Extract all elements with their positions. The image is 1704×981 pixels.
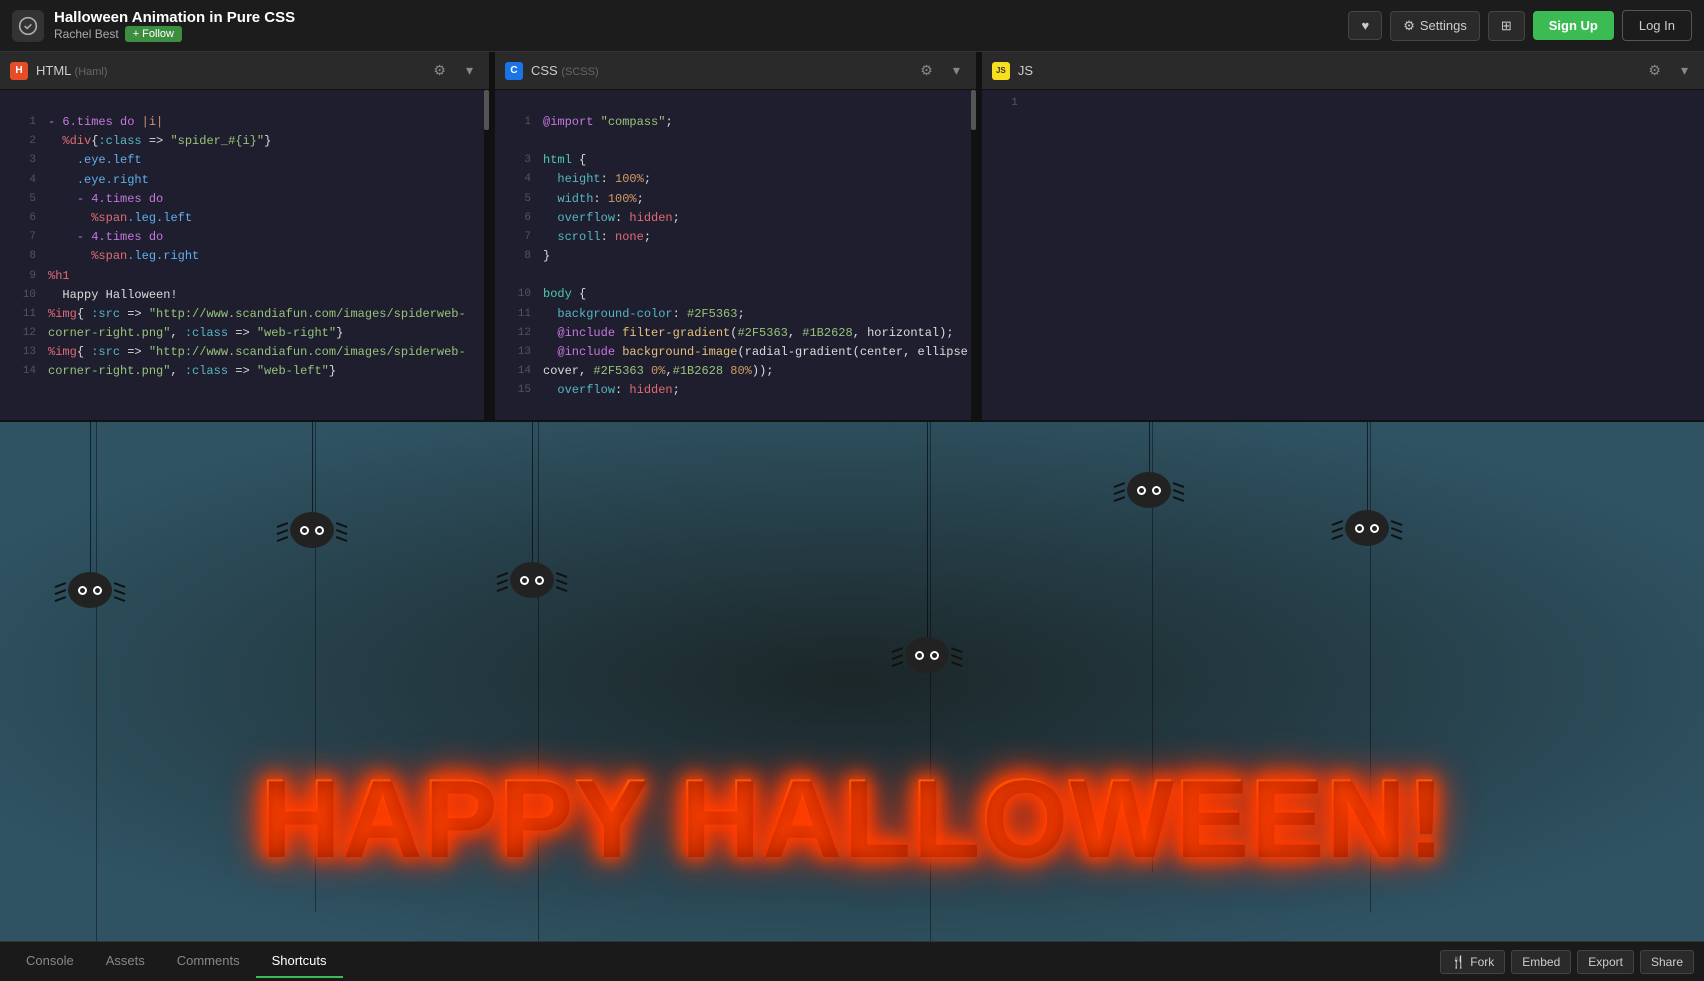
author-section: Rachel Best + Follow	[54, 26, 1348, 42]
spider-3	[510, 422, 554, 598]
topbar: Halloween Animation in Pure CSS Rachel B…	[0, 0, 1704, 52]
export-label: Export	[1588, 955, 1623, 969]
export-button[interactable]: Export	[1577, 950, 1634, 974]
halloween-text-span: HAPPY HALLOWEEN!	[259, 754, 1444, 881]
html-lang-label: HTML (Haml)	[36, 63, 108, 78]
login-button[interactable]: Log In	[1622, 10, 1692, 41]
html-expand-btn[interactable]: ▾	[460, 60, 479, 81]
js-code-area[interactable]: 1	[982, 90, 1704, 420]
spider-6	[1345, 422, 1389, 546]
page-title: Halloween Animation in Pure CSS	[54, 9, 1348, 26]
spider-5	[1127, 422, 1171, 508]
settings-label: Settings	[1420, 18, 1467, 33]
css-settings-btn[interactable]: ⚙	[914, 60, 939, 81]
html-panel: H HTML (Haml) ⚙ ▾ 1- 6.times do |i| 2 %d…	[0, 52, 490, 420]
html-icon: H	[10, 62, 28, 80]
spider-2	[290, 422, 334, 548]
bottom-actions: 🍴 Fork Embed Export Share	[1440, 950, 1694, 974]
js-header: JS JS ⚙ ▾	[982, 52, 1704, 90]
html-settings-btn[interactable]: ⚙	[427, 60, 452, 81]
top-actions: ♥ ⚙ Settings ⊞ Sign Up Log In	[1348, 10, 1692, 41]
fork-label: Fork	[1470, 955, 1494, 969]
css-lang-label: CSS (SCSS)	[531, 63, 599, 78]
css-icon: C	[505, 62, 523, 80]
html-header: H HTML (Haml) ⚙ ▾	[0, 52, 489, 90]
js-expand-btn[interactable]: ▾	[1675, 60, 1694, 81]
tab-assets[interactable]: Assets	[90, 945, 161, 978]
html-code-area[interactable]: 1- 6.times do |i| 2 %div{:class => "spid…	[0, 90, 489, 420]
fork-button[interactable]: 🍴 Fork	[1440, 950, 1505, 974]
embed-button[interactable]: Embed	[1511, 950, 1571, 974]
tab-shortcuts[interactable]: Shortcuts	[256, 945, 343, 978]
js-panel: JS JS ⚙ ▾ 1	[982, 52, 1704, 420]
gear-icon: ⚙	[1403, 18, 1415, 34]
preview-area: HAPPY HALLOWEEN!	[0, 422, 1704, 941]
tab-comments[interactable]: Comments	[161, 945, 256, 978]
share-button[interactable]: Share	[1640, 950, 1694, 974]
heart-button[interactable]: ♥	[1348, 11, 1382, 40]
share-label: Share	[1651, 955, 1683, 969]
bottom-tabs: Console Assets Comments Shortcuts	[10, 945, 343, 978]
settings-button[interactable]: ⚙ Settings	[1390, 11, 1480, 41]
heart-icon: ♥	[1361, 18, 1369, 33]
css-header: C CSS (SCSS) ⚙ ▾	[495, 52, 976, 90]
bottombar: Console Assets Comments Shortcuts 🍴 Fork…	[0, 941, 1704, 981]
js-settings-btn[interactable]: ⚙	[1642, 60, 1667, 81]
author-name: Rachel Best	[54, 27, 119, 41]
spider-4	[905, 422, 949, 673]
logo	[12, 10, 44, 42]
css-expand-btn[interactable]: ▾	[947, 60, 966, 81]
embed-label: Embed	[1522, 955, 1560, 969]
title-section: Halloween Animation in Pure CSS Rachel B…	[54, 9, 1348, 42]
grid-button[interactable]: ⊞	[1488, 11, 1525, 41]
spider-1	[68, 422, 112, 608]
js-icon: JS	[992, 62, 1010, 80]
js-lang-label: JS	[1018, 63, 1033, 78]
fork-icon: 🍴	[1451, 955, 1466, 969]
css-code-area[interactable]: 1@import "compass"; 3html { 4 height: 10…	[495, 90, 976, 420]
editors-area: H HTML (Haml) ⚙ ▾ 1- 6.times do |i| 2 %d…	[0, 52, 1704, 422]
tab-console[interactable]: Console	[10, 945, 90, 978]
css-panel: C CSS (SCSS) ⚙ ▾ 1@import "compass"; 3ht…	[495, 52, 977, 420]
follow-button[interactable]: + Follow	[125, 26, 182, 42]
signup-button[interactable]: Sign Up	[1533, 11, 1614, 40]
halloween-text: HAPPY HALLOWEEN!	[259, 754, 1444, 881]
grid-icon: ⊞	[1501, 18, 1512, 34]
